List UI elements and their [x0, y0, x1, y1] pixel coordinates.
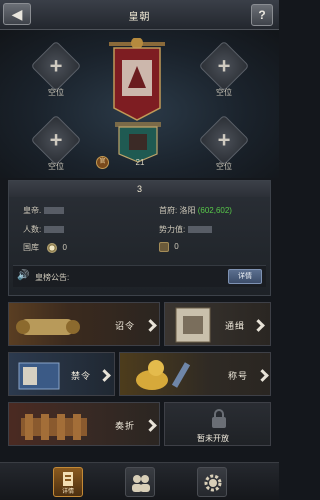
emperor-banner-icon[interactable]	[104, 38, 170, 122]
edict-label: 诏令	[115, 321, 136, 331]
slot-label: 空位	[216, 88, 232, 97]
chevron-right-icon	[144, 319, 157, 332]
plus-icon: +	[49, 53, 63, 79]
title-label: 称号	[228, 371, 249, 381]
rank-badge-icon: 官	[96, 156, 109, 169]
treasury-label: 国库	[23, 243, 39, 252]
plus-icon: +	[217, 127, 231, 153]
back-button[interactable]: ◀	[3, 3, 31, 25]
plus-icon: +	[217, 53, 231, 79]
notice-detail-button[interactable]: 详情	[228, 269, 262, 284]
slot-label: 空位	[216, 162, 232, 171]
court-area: + 空位 + 空位 + 空位 + 空位	[0, 30, 279, 178]
page-title: 皇朝	[128, 12, 151, 23]
slot-label: 空位	[48, 162, 64, 171]
tab-details-label: 详情	[61, 489, 74, 495]
top-bar: ◀ 皇朝 ?	[0, 0, 279, 30]
emperor-name-redacted	[44, 207, 65, 215]
empty-slot-bottom-left[interactable]: +	[30, 114, 82, 166]
help-button[interactable]: ?	[251, 4, 273, 26]
seal-icon	[159, 242, 169, 252]
power-redacted	[188, 226, 213, 234]
memorial-scrolls-icon	[21, 414, 87, 440]
edict-scroll-icon	[16, 319, 80, 335]
wanted-label: 通缉	[225, 321, 246, 331]
ban-book-icon	[18, 362, 60, 390]
population-redacted	[44, 226, 65, 234]
memorial-card[interactable]: 奏折	[8, 402, 160, 446]
locked-card: 暂未开放	[164, 402, 271, 446]
treasury-row: 国库 0	[23, 242, 67, 253]
title-statue-icon	[136, 360, 191, 390]
speaker-icon: 🔊	[17, 270, 30, 281]
people-icon	[132, 475, 150, 492]
kingdom-rank: 3	[9, 181, 270, 197]
seal-row: 0	[159, 242, 179, 252]
capital-coords-link[interactable]: (602,602)	[198, 206, 232, 215]
capital-row: 首府: 洛阳 (602,602)	[159, 205, 232, 216]
power-label: 势力值:	[159, 225, 186, 234]
title-card[interactable]: 称号	[119, 352, 271, 396]
document-icon	[63, 472, 73, 486]
power-row: 势力值:	[159, 224, 213, 235]
capital-city: 洛阳	[179, 206, 196, 215]
info-panel: 3 皇帝. 首府: 洛阳 (602,602) 人数: 势力值: 国库 0 0 🔊…	[8, 180, 271, 296]
chevron-right-icon	[144, 419, 157, 432]
seal-value: 0	[174, 242, 179, 252]
chevron-right-icon	[256, 369, 269, 382]
empty-slot-top-right[interactable]: +	[198, 40, 250, 92]
notice-label: 皇榜公告:	[35, 273, 70, 282]
chevron-right-icon	[252, 319, 265, 332]
court-level: 21	[135, 158, 145, 167]
ban-card[interactable]: 禁令	[8, 352, 115, 396]
tab-details[interactable]: 详情	[53, 467, 83, 497]
lock-icon	[212, 409, 226, 428]
emperor-label: 皇帝.	[23, 206, 42, 215]
plus-icon: +	[49, 127, 63, 153]
bottom-nav: 详情	[0, 462, 279, 500]
empty-slot-top-left[interactable]: +	[30, 40, 82, 92]
slot-label: 空位	[48, 88, 64, 97]
tab-officials[interactable]	[125, 467, 155, 497]
coin-icon	[47, 242, 58, 253]
back-arrow-icon: ◀	[11, 6, 23, 22]
wanted-poster-icon	[175, 307, 211, 343]
wanted-card[interactable]: 通缉	[164, 302, 271, 346]
notice-bar: 🔊 皇榜公告: 详情	[13, 265, 266, 287]
population-row: 人数:	[23, 224, 65, 235]
empty-slot-bottom-right[interactable]: +	[198, 114, 250, 166]
emperor-row: 皇帝.	[23, 205, 65, 216]
ban-label: 禁令	[71, 371, 92, 381]
population-label: 人数:	[23, 225, 42, 234]
tab-settings[interactable]	[197, 467, 227, 497]
memorial-label: 奏折	[115, 421, 136, 431]
chevron-right-icon	[98, 369, 111, 382]
edict-card[interactable]: 诏令	[8, 302, 160, 346]
treasury-value: 0	[62, 243, 67, 252]
capital-label: 首府:	[159, 206, 178, 215]
locked-label: 暂未开放	[197, 434, 229, 443]
gear-icon	[204, 474, 222, 492]
